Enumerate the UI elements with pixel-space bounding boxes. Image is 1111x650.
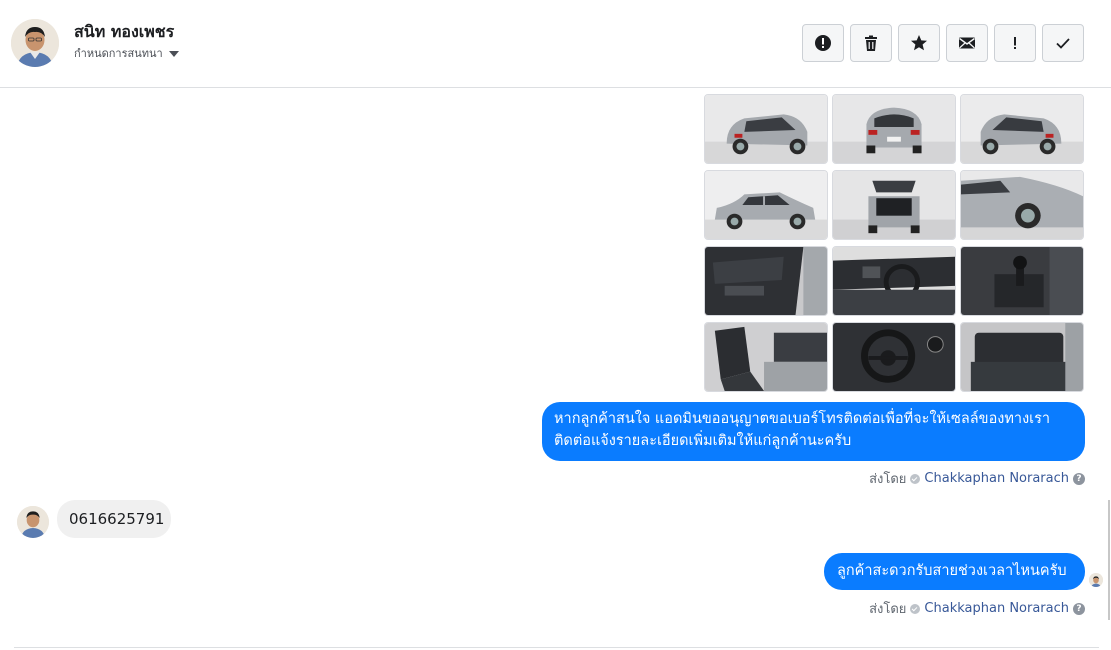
sent-by-prefix: ส่งโดย: [869, 602, 907, 617]
sent-by-label: ส่งโดย Chakkaphan Norarach ?: [869, 598, 1085, 619]
help-icon[interactable]: ?: [1073, 602, 1085, 615]
message-text-line: หากลูกค้าสนใจ แอดมินขออนุญาตขอเบอร์โทรติ…: [554, 411, 1051, 427]
car-photo[interactable]: [832, 246, 956, 316]
verified-check-icon: [910, 473, 921, 484]
alert-circle-icon: [815, 35, 831, 51]
car-photo[interactable]: [960, 170, 1084, 240]
car-photo[interactable]: [960, 246, 1084, 316]
car-photo[interactable]: [832, 322, 956, 392]
outgoing-message[interactable]: หากลูกค้าสนใจ แอดมินขออนุญาตขอเบอร์โทรติ…: [542, 402, 1085, 461]
star-icon: [911, 35, 927, 51]
verified-check-icon: [910, 603, 921, 614]
message-text: ลูกค้าสะดวกรับสายช่วงเวลาไหนครับ: [837, 563, 1067, 579]
conversation-header: สนิท ทองเพชร กำหนดการสนทนา: [0, 0, 1111, 88]
assign-conversation-dropdown[interactable]: กำหนดการสนทนา: [74, 44, 179, 62]
scrollbar[interactable]: [1108, 500, 1110, 620]
message-text: 0616625791: [69, 510, 165, 528]
outgoing-message[interactable]: ลูกค้าสะดวกรับสายช่วงเวลาไหนครับ: [824, 553, 1085, 590]
car-photo[interactable]: [832, 170, 956, 240]
checkmark-icon: [1056, 38, 1070, 49]
contact-avatar[interactable]: [11, 19, 59, 67]
spam-button[interactable]: [802, 24, 844, 62]
car-photo[interactable]: [832, 94, 956, 164]
car-photo[interactable]: [704, 246, 828, 316]
star-button[interactable]: [898, 24, 940, 62]
incoming-message[interactable]: 0616625791: [57, 500, 171, 538]
agent-name-link[interactable]: Chakkaphan Norarach: [924, 601, 1069, 616]
agent-name-link[interactable]: Chakkaphan Norarach: [924, 471, 1069, 486]
sent-by-prefix: ส่งโดย: [869, 472, 907, 487]
car-photo-grid: [704, 94, 1084, 392]
mark-done-button[interactable]: [1042, 24, 1084, 62]
contact-name[interactable]: สนิท ทองเพชร: [74, 20, 174, 45]
caret-down-icon: [168, 50, 179, 57]
composer-divider: [14, 647, 1099, 648]
message-text-line: ติดต่อแจ้งรายละเอียดเพิ่มเติมให้แก่ลูกค้…: [554, 433, 852, 449]
trash-icon: [865, 35, 877, 51]
car-photo[interactable]: [960, 322, 1084, 392]
exclamation-icon: [1014, 37, 1016, 49]
car-photo[interactable]: [704, 94, 828, 164]
sent-by-label: ส่งโดย Chakkaphan Norarach ?: [869, 468, 1085, 489]
car-photo[interactable]: [704, 170, 828, 240]
contact-avatar-small[interactable]: [17, 506, 49, 538]
car-photo[interactable]: [704, 322, 828, 392]
conversation-toolbar: [802, 24, 1084, 62]
seen-avatar: [1089, 573, 1103, 587]
delete-button[interactable]: [850, 24, 892, 62]
envelope-icon: [959, 37, 975, 49]
assign-label: กำหนดการสนทนา: [74, 47, 163, 60]
follow-up-button[interactable]: [994, 24, 1036, 62]
mark-unread-button[interactable]: [946, 24, 988, 62]
help-icon[interactable]: ?: [1073, 472, 1085, 485]
car-photo[interactable]: [960, 94, 1084, 164]
